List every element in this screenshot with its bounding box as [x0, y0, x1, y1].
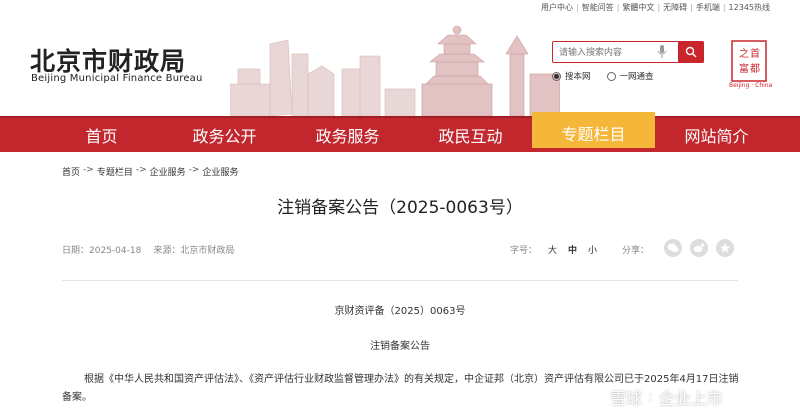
source-value: 北京市财政局 [180, 246, 235, 256]
article-subtitle: 注销备案公告 [370, 341, 430, 352]
breadcrumb-separator: -> [83, 165, 94, 175]
nav-home[interactable]: 首页 [40, 118, 163, 152]
star-icon [720, 243, 730, 253]
nav-site-intro[interactable]: 网站简介 [655, 118, 778, 152]
radio-search-site-label: 搜本网 [565, 72, 591, 82]
document-number: 京财资评备（2025）0063号 [334, 306, 466, 317]
nav-special-topics[interactable]: 专题栏目 [532, 112, 655, 148]
breadcrumb-enterprise-services[interactable]: 企业服务 [150, 165, 186, 178]
svg-text:之: 之 [739, 47, 749, 60]
utility-bar: 用户中心 | 智能问答 | 繁體中文 | 无障碍 | 手机端 | 12345热线 [541, 2, 770, 13]
radio-search-site[interactable] [552, 71, 561, 81]
source-label: 来源： [153, 246, 181, 256]
link-user-center[interactable]: 用户中心 [541, 2, 573, 13]
page: 用户中心| 智能问答| 繁體中文| 无障碍| 手机端| 12345热线 [0, 0, 800, 419]
breadcrumb-home[interactable]: 首页 [62, 165, 80, 178]
wechat-share-icon[interactable] [664, 239, 682, 257]
search-icon [685, 46, 697, 58]
search-button[interactable] [678, 41, 704, 63]
article-title: 注销备案公告（2025-0063号） [277, 198, 523, 218]
svg-text:首: 首 [750, 47, 760, 60]
font-size-large[interactable]: 大 [548, 243, 557, 256]
article-meta: 日期：2025-04-18 来源：北京市财政局 [62, 243, 234, 256]
date-label: 日期： [62, 246, 90, 256]
link-accessibility[interactable]: 无障碍 [663, 2, 687, 13]
microphone-icon[interactable] [657, 45, 667, 59]
radio-search-all-label: 一网通查 [619, 72, 654, 82]
font-size-medium[interactable]: 中 [568, 243, 577, 256]
watermark: 雪球 : 企业上市 [586, 385, 723, 409]
font-size-control: 字号： 大 中 小 [510, 243, 597, 256]
seal-caption: Beijing · China [729, 82, 773, 89]
watermark-separator: : [648, 389, 653, 405]
breadcrumb-enterprise-services-current[interactable]: 企业服务 [202, 165, 238, 178]
main-nav: 首页 政务公开 政务服务 政民互动 专题栏目 网站简介 [0, 112, 800, 152]
xueqiu-logo-icon [587, 389, 603, 403]
link-smart-qa[interactable]: 智能问答 [582, 2, 614, 13]
breadcrumb: 首页 -> 专题栏目 -> 企业服务 -> 企业服务 [62, 165, 238, 178]
font-size-label: 字号： [510, 246, 538, 256]
nav-government-services[interactable]: 政务服务 [286, 118, 409, 152]
article-source: 来源：北京市财政局 [153, 243, 234, 256]
capital-seal-logo: 之 首 都 富 [731, 40, 767, 82]
breadcrumb-separator: -> [135, 165, 147, 175]
weibo-share-icon[interactable] [690, 239, 708, 257]
link-mobile[interactable]: 手机端 [696, 2, 720, 13]
svg-text:富: 富 [739, 62, 749, 75]
nav-public-interaction[interactable]: 政民互动 [409, 118, 532, 152]
link-traditional-chinese[interactable]: 繁體中文 [622, 2, 654, 13]
site-logo-subtitle: Beijing Municipal Finance Bureau [31, 73, 203, 84]
breadcrumb-separator: -> [188, 165, 200, 175]
beijing-skyline-illustration [230, 25, 560, 116]
watermark-brand: 雪球 [610, 389, 643, 408]
article-date: 日期：2025-04-18 [62, 243, 141, 256]
breadcrumb-special-topics[interactable]: 专题栏目 [97, 165, 133, 178]
watermark-account: 企业上市 [658, 389, 723, 408]
font-size-small[interactable]: 小 [588, 243, 597, 256]
date-value: 2025-04-18 [89, 246, 142, 256]
search-scope: 搜本网 一网通查 [552, 70, 654, 82]
share-label: 分享： [622, 246, 650, 256]
meta-divider [62, 280, 738, 281]
svg-text:都: 都 [750, 63, 760, 75]
search-box [552, 41, 704, 63]
radio-search-all[interactable] [606, 71, 616, 81]
favorite-share-icon[interactable] [716, 239, 734, 257]
link-hotline[interactable]: 12345热线 [729, 2, 770, 13]
search-input[interactable] [553, 43, 653, 61]
nav-government-affairs[interactable]: 政务公开 [163, 118, 286, 152]
site-header: 北京市财政局 Beijing Municipal Finance Bureau … [0, 14, 800, 116]
weibo-icon [693, 243, 705, 253]
wechat-icon [667, 243, 679, 253]
